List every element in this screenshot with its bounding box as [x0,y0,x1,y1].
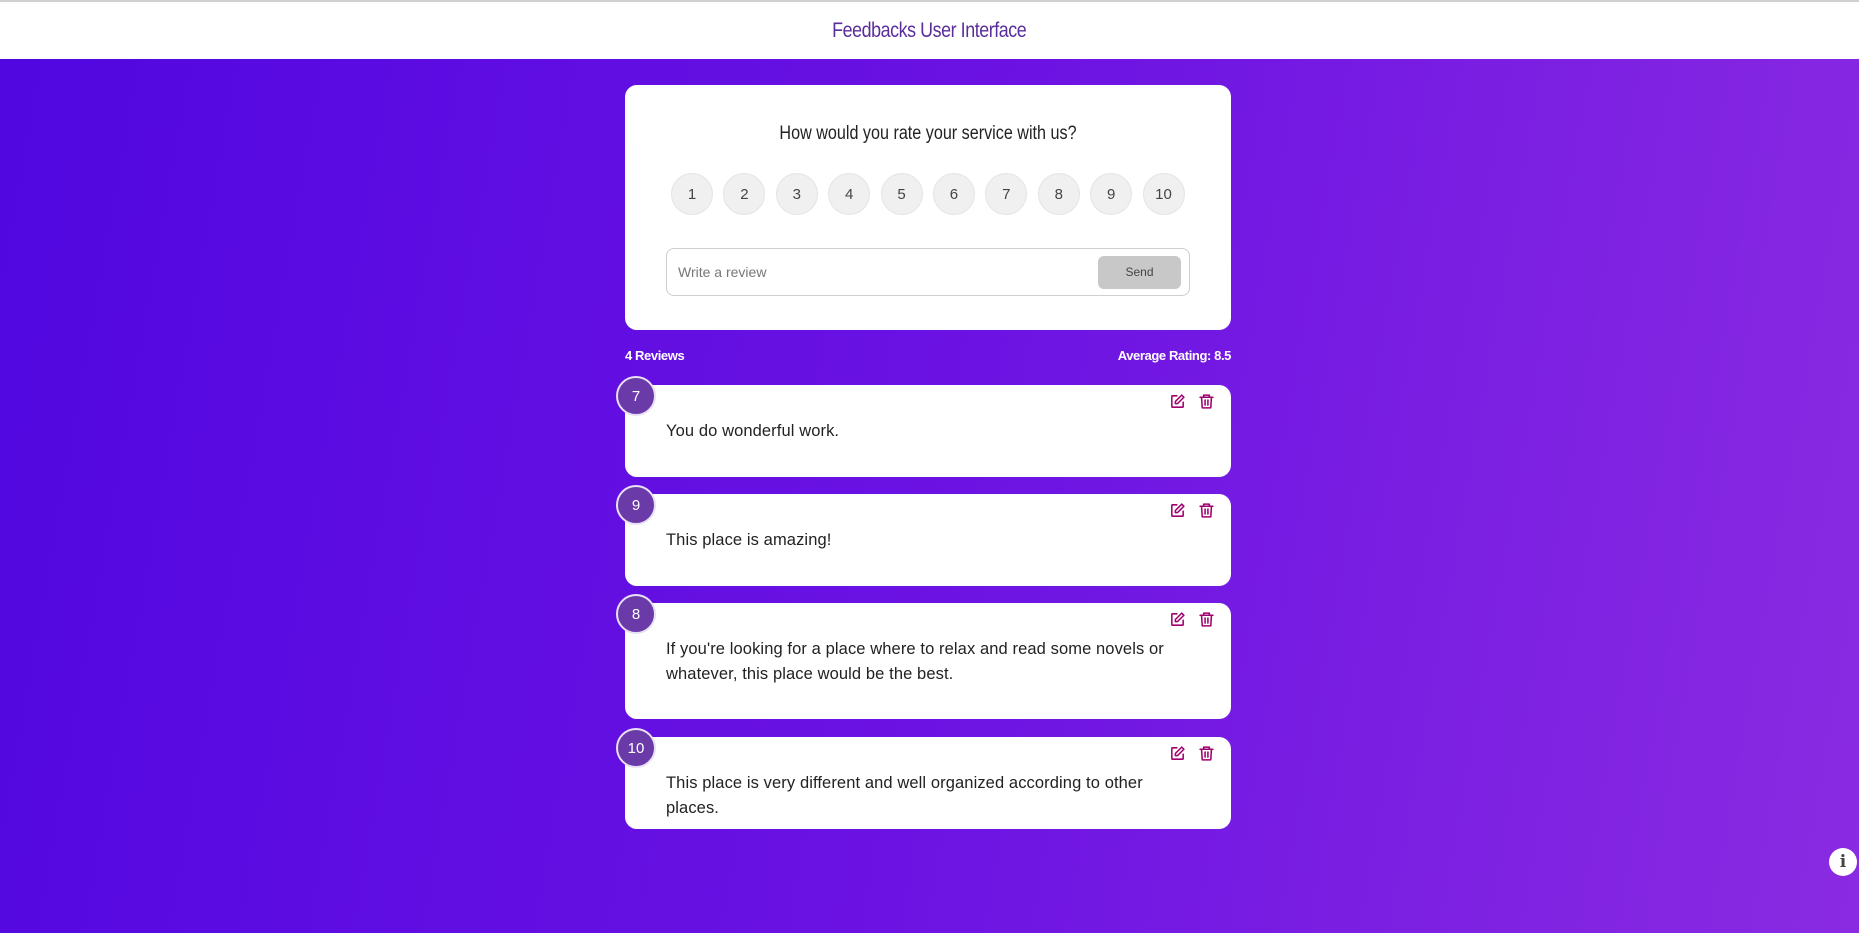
send-button[interactable]: Send [1098,255,1181,289]
edit-icon[interactable] [1169,393,1186,410]
review-card: 7 You do wonderful work. [616,376,1231,477]
edit-icon[interactable] [1169,502,1186,519]
review-text: If you're looking for a place where to r… [666,640,1164,683]
review-rating-badge: 9 [616,485,656,525]
review-rating-badge: 10 [616,728,656,768]
review-text: This place is amazing! [666,531,832,549]
average-rating: Average Rating: 8.5 [1117,348,1232,363]
top-bar: Feedbacks User Interface [0,0,1859,59]
rating-options: 1 2 3 4 5 6 7 8 9 10 [671,173,1185,215]
info-glyph: i [1839,852,1847,872]
app-title: Feedbacks User Interface [832,18,1027,42]
review-text: This place is very different and well or… [666,774,1143,817]
review-card: 9 This place is amazing! [616,485,1231,586]
review-actions [1169,502,1215,519]
review-rating-badge: 8 [616,594,656,634]
edit-icon[interactable] [1169,611,1186,628]
rating-option-1[interactable]: 1 [671,173,713,215]
rating-option-6[interactable]: 6 [932,173,975,215]
review-actions [1169,393,1215,410]
edit-icon[interactable] [1169,745,1186,762]
review-text: You do wonderful work. [666,422,840,440]
review-actions [1169,611,1215,628]
review-input-group: Send [666,248,1190,296]
trash-icon[interactable] [1198,745,1215,762]
review-input[interactable] [676,263,1098,281]
rating-option-8[interactable]: 8 [1037,173,1080,215]
rating-option-2[interactable]: 2 [723,173,766,215]
trash-icon[interactable] [1198,611,1215,628]
rating-option-7[interactable]: 7 [985,173,1028,215]
review-stats: 4 Reviews Average Rating: 8.5 [625,348,1231,363]
review-count: 4 Reviews [625,348,685,363]
rating-card: How would you rate your service with us?… [625,85,1231,330]
review-rating-badge: 7 [616,376,656,416]
rating-option-4[interactable]: 4 [828,173,871,215]
rating-option-5[interactable]: 5 [880,173,923,215]
review-card: 8 If you're looking for a place where to… [616,594,1231,719]
review-actions [1169,745,1215,762]
trash-icon[interactable] [1198,393,1215,410]
rating-question: How would you rate your service with us? [779,123,1077,144]
rating-option-3[interactable]: 3 [775,173,818,215]
rating-option-10[interactable]: 10 [1142,173,1185,215]
review-card: 10 This place is very different and well… [616,728,1231,829]
info-icon[interactable]: i [1829,848,1857,876]
rating-option-9[interactable]: 9 [1090,173,1133,215]
trash-icon[interactable] [1198,502,1215,519]
